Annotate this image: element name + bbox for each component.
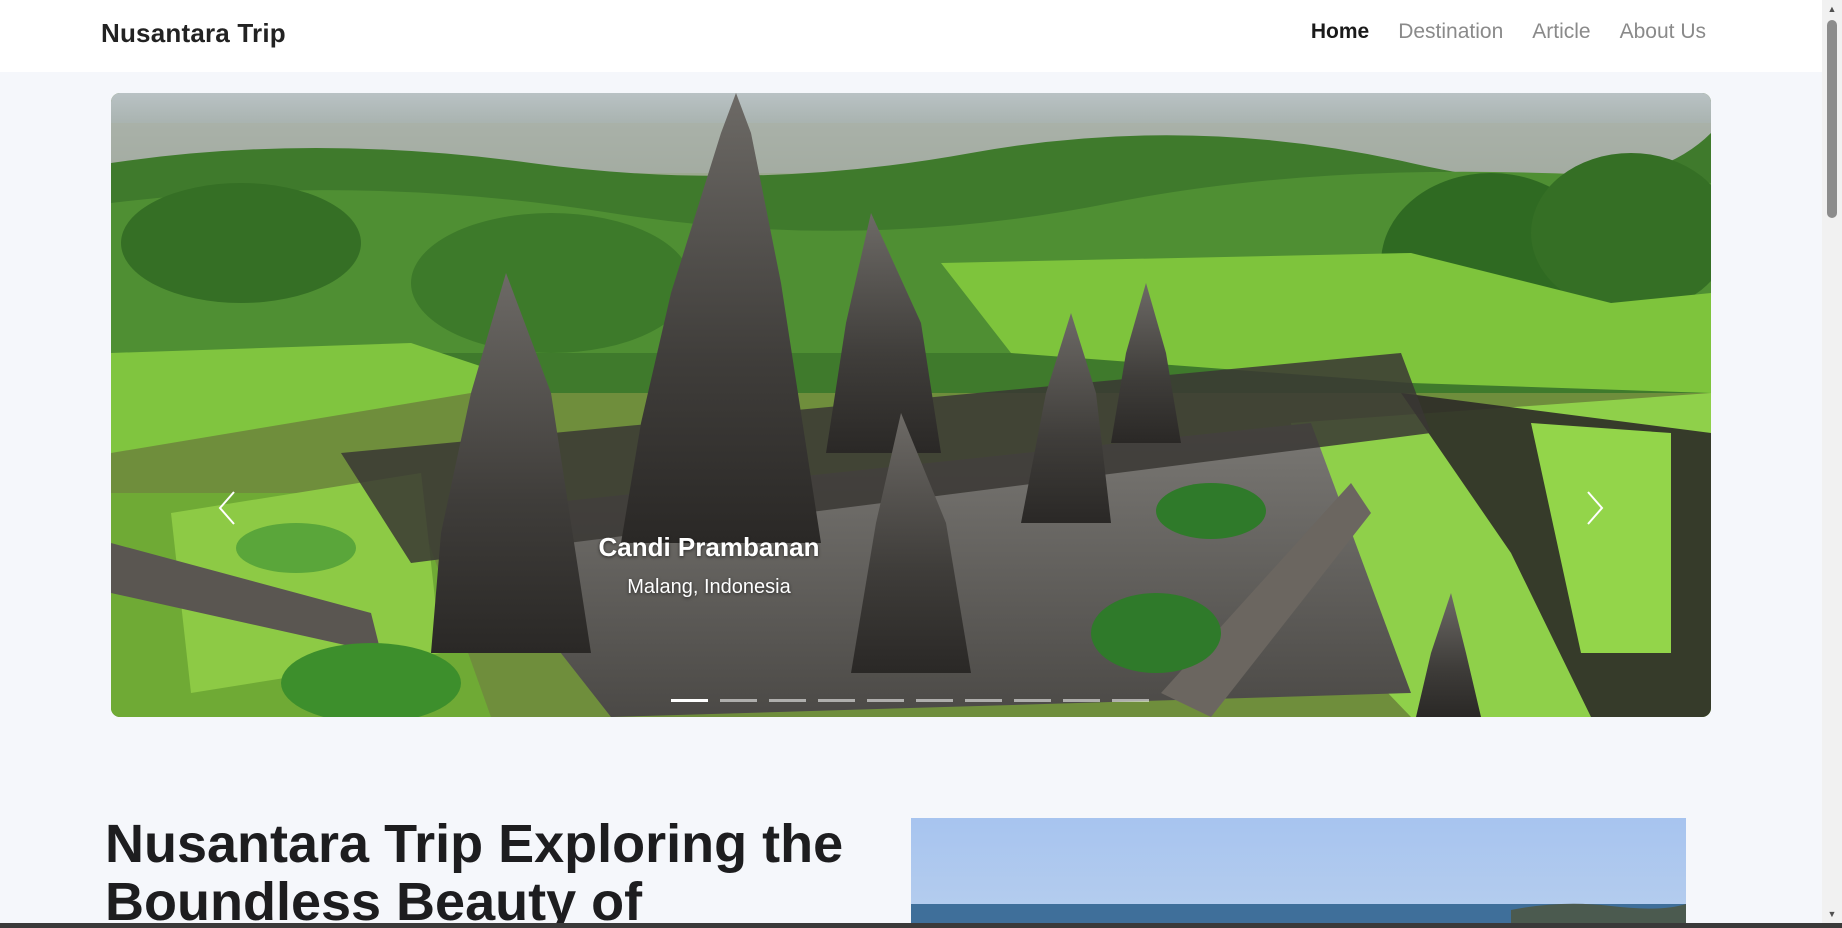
navbar: Nusantara Trip Home Destination Article … (0, 0, 1822, 72)
carousel-indicator[interactable] (965, 699, 1002, 702)
hero-heading: Nusantara Trip Exploring the Boundless B… (105, 814, 844, 923)
carousel-indicator[interactable] (671, 699, 708, 702)
carousel-slide-image (111, 93, 1711, 717)
coast-image (911, 818, 1686, 923)
carousel-indicator[interactable] (1014, 699, 1051, 702)
carousel-indicator[interactable] (1063, 699, 1100, 702)
nav-link-about-us[interactable]: About Us (1620, 20, 1706, 44)
carousel-indicators (671, 699, 1149, 702)
brand-logo[interactable]: Nusantara Trip (101, 18, 286, 49)
nav-link-home[interactable]: Home (1311, 20, 1369, 44)
carousel-indicator[interactable] (720, 699, 757, 702)
nav-menu: Home Destination Article About Us (1311, 20, 1706, 44)
carousel-indicator[interactable] (867, 699, 904, 702)
slide-title: Candi Prambanan (598, 532, 820, 562)
carousel-prev-button[interactable] (207, 478, 247, 538)
carousel-indicator[interactable] (769, 699, 806, 702)
hero-image (911, 818, 1686, 923)
slide-location: Malang, Indonesia (627, 576, 791, 598)
carousel-next-button[interactable] (1575, 478, 1615, 538)
carousel-caption: Candi Prambanan Malang, Indonesia (481, 530, 937, 600)
carousel-indicator[interactable] (1112, 699, 1149, 702)
hero-carousel: Candi Prambanan Malang, Indonesia (111, 93, 1711, 717)
vertical-scrollbar[interactable]: ▲ ▼ (1822, 0, 1842, 923)
nav-link-article[interactable]: Article (1532, 20, 1590, 44)
chevron-left-icon (218, 491, 235, 525)
chevron-right-icon (1587, 491, 1604, 525)
scroll-down-icon[interactable]: ▼ (1822, 905, 1842, 923)
scrollbar-thumb[interactable] (1827, 20, 1837, 218)
window-bottom-edge (0, 923, 1842, 928)
page-viewport: Nusantara Trip Home Destination Article … (0, 0, 1822, 923)
scroll-up-icon[interactable]: ▲ (1822, 0, 1842, 18)
carousel-indicator[interactable] (916, 699, 953, 702)
nav-link-destination[interactable]: Destination (1398, 20, 1503, 44)
carousel-indicator[interactable] (818, 699, 855, 702)
